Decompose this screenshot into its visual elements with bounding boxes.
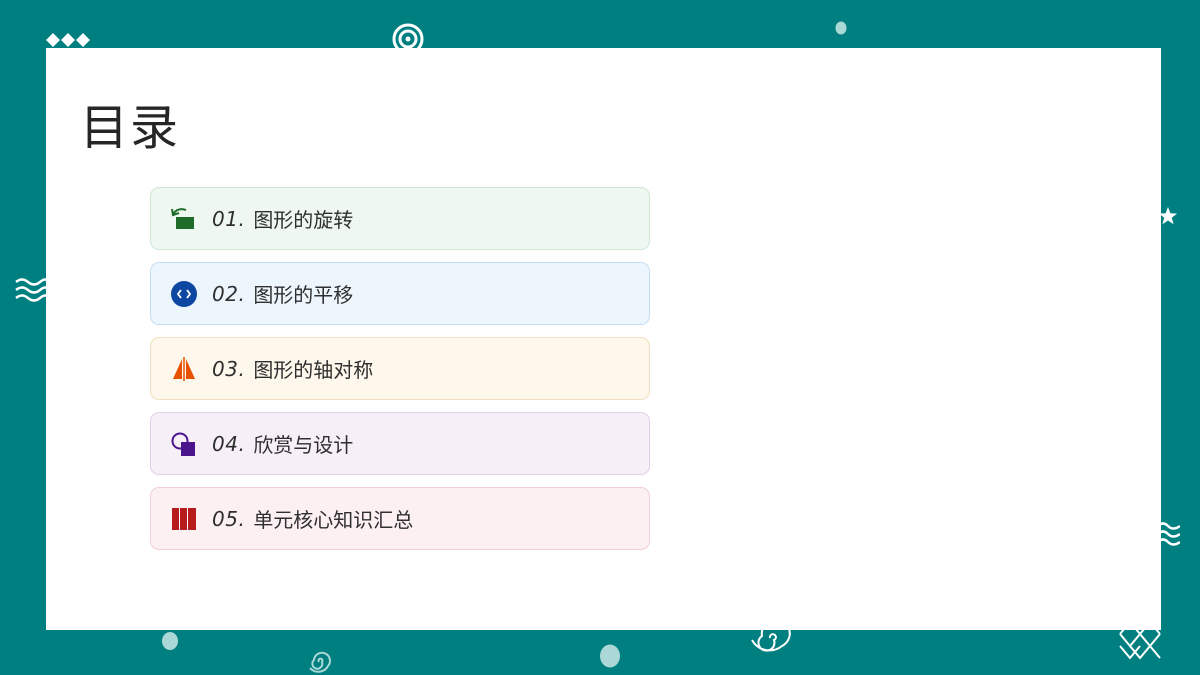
rotate-icon <box>170 205 198 233</box>
toc-number: 04. <box>212 431 246 456</box>
toc-number: 05. <box>212 506 246 531</box>
table-of-contents: 01. 图形的旋转 02. 图形的平移 03. 图形的轴对称 04. 欣赏与设计… <box>150 187 650 562</box>
toc-label: 单元核心知识汇总 <box>253 508 414 532</box>
waves-right-decoration <box>1158 522 1180 546</box>
toc-number: 02. <box>212 281 246 306</box>
toc-label: 欣赏与设计 <box>253 433 354 457</box>
toc-item-unit-summary[interactable]: 05. 单元核心知识汇总 <box>150 487 650 550</box>
toc-item-appreciation-design[interactable]: 04. 欣赏与设计 <box>150 412 650 475</box>
toc-item-axial-symmetry[interactable]: 03. 图形的轴对称 <box>150 337 650 400</box>
diamonds-decoration <box>46 33 90 47</box>
spiral-large-decoration <box>751 628 791 652</box>
dot-bottom-center-decoration <box>600 644 620 668</box>
shapes-design-icon <box>170 430 198 458</box>
toc-label: 图形的平移 <box>253 283 354 307</box>
page-title: 目录 <box>80 100 181 156</box>
translate-icon <box>170 280 198 308</box>
toc-item-translation[interactable]: 02. 图形的平移 <box>150 262 650 325</box>
star-decoration <box>1159 207 1177 225</box>
toc-number: 01. <box>212 206 246 231</box>
waves-decoration <box>15 278 48 302</box>
toc-label: 图形的轴对称 <box>253 358 374 382</box>
dot-decoration <box>835 21 847 35</box>
books-icon <box>170 505 198 533</box>
toc-label: 图形的旋转 <box>253 208 354 232</box>
toc-number: 03. <box>212 356 246 381</box>
toc-item-rotation[interactable]: 01. 图形的旋转 <box>150 187 650 250</box>
spiral-decoration <box>309 651 331 673</box>
axial-symmetry-icon <box>170 355 198 383</box>
dot-bottom-left-decoration <box>162 632 178 650</box>
content-card: 目录 01. 图形的旋转 02. 图形的平移 03. 图形的轴对称 04. 欣赏… <box>46 48 1161 630</box>
